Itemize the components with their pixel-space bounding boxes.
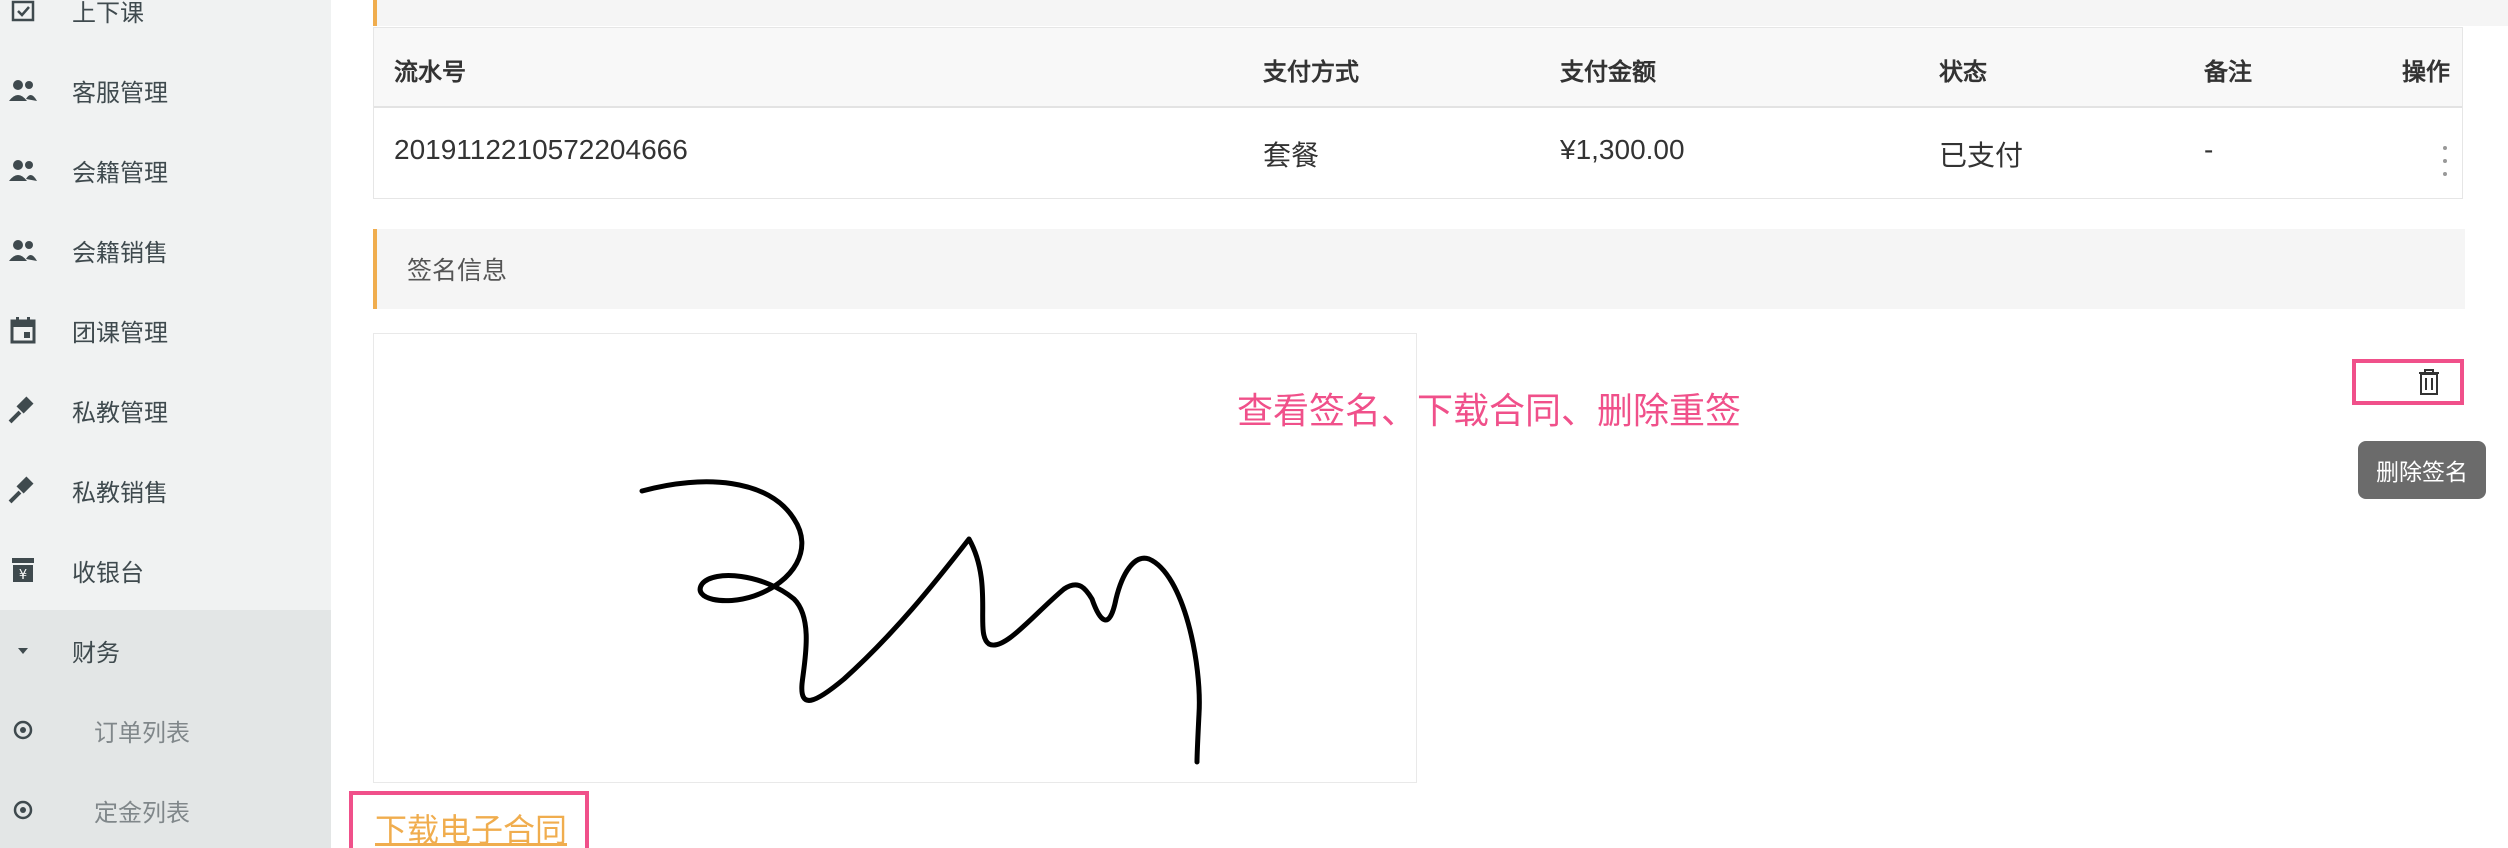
sidebar-item-label: 财务 xyxy=(72,639,120,667)
sidebar-item-label: 私教销售 xyxy=(72,479,168,507)
cashier-icon: ¥ xyxy=(8,555,38,585)
sidebar-item-order-list[interactable]: 订单列表 xyxy=(0,690,331,770)
radio-icon xyxy=(8,715,38,745)
header-amount: 支付金额 xyxy=(1560,59,1656,86)
svg-text:¥: ¥ xyxy=(19,568,27,583)
sidebar-item-label: 会籍销售 xyxy=(72,239,168,267)
delete-signature-tooltip: 删除签名 xyxy=(2358,441,2486,499)
sidebar-item-label: 上下课 xyxy=(72,0,144,27)
sidebar-group-finance[interactable]: 财务 xyxy=(0,610,331,690)
previous-section-bar xyxy=(373,0,2508,26)
header-action: 操作 xyxy=(2402,59,2450,86)
cell-amount: ¥1,300.00 xyxy=(1560,134,1685,165)
header-serial: 流水号 xyxy=(394,59,466,86)
sidebar-item-private-training[interactable]: 私教管理 xyxy=(0,370,331,450)
sidebar-item-label: 订单列表 xyxy=(94,719,190,747)
cell-method: 套餐 xyxy=(1263,140,1320,171)
signature-section-header: 签名信息 xyxy=(373,229,2465,309)
table-header: 流水号 支付方式 支付金额 状态 备注 操作 xyxy=(374,28,2462,108)
section-title: 签名信息 xyxy=(407,257,508,285)
sidebar-item-label: 客服管理 xyxy=(72,79,168,107)
people-icon xyxy=(8,155,38,185)
delete-signature-button[interactable] xyxy=(2352,359,2464,405)
people-icon xyxy=(8,75,38,105)
trash-icon xyxy=(2419,369,2439,395)
main-content: 流水号 支付方式 支付金额 状态 备注 操作 20191122105722046… xyxy=(331,0,2508,848)
sidebar-item-label: 团课管理 xyxy=(72,319,168,347)
sidebar-item-class[interactable]: 上下课 xyxy=(0,0,331,50)
page: 上下课 客服管理 会籍管理 会籍销售 团课管理 私教管理 私教销售 ¥ 收银台 … xyxy=(0,0,2508,848)
cell-status: 已支付 xyxy=(1939,140,2024,171)
sidebar: 上下课 客服管理 会籍管理 会籍销售 团课管理 私教管理 私教销售 ¥ 收银台 … xyxy=(0,0,331,848)
sidebar-item-label: 私教管理 xyxy=(72,399,168,427)
people-icon xyxy=(8,235,38,265)
caret-down-icon xyxy=(8,635,38,665)
header-status: 状态 xyxy=(1939,59,1987,86)
header-note: 备注 xyxy=(2204,59,2252,86)
sidebar-item-cashier[interactable]: ¥ 收银台 xyxy=(0,530,331,610)
sidebar-item-customer-service[interactable]: 客服管理 xyxy=(0,50,331,130)
more-actions-icon[interactable] xyxy=(2433,146,2457,176)
cell-note: - xyxy=(2204,134,2214,165)
cell-serial: 2019112210572204666 xyxy=(394,134,688,165)
download-contract-highlight: 下载电子合同 xyxy=(349,791,589,848)
sidebar-item-private-sales[interactable]: 私教销售 xyxy=(0,450,331,530)
sidebar-item-label: 定金列表 xyxy=(94,799,190,827)
hammer-icon xyxy=(8,395,38,425)
sidebar-item-label: 收银台 xyxy=(72,559,144,587)
radio-icon xyxy=(8,795,38,825)
sidebar-item-membership[interactable]: 会籍管理 xyxy=(0,130,331,210)
payment-table: 流水号 支付方式 支付金额 状态 备注 操作 20191122105722046… xyxy=(373,27,2463,199)
header-method: 支付方式 xyxy=(1263,59,1359,86)
annotation-signature-actions: 查看签名、下载合同、删除重签 xyxy=(1237,390,1742,431)
sidebar-item-membership-sales[interactable]: 会籍销售 xyxy=(0,210,331,290)
calendar-check-icon xyxy=(8,0,38,25)
calendar-icon xyxy=(8,315,38,345)
download-contract-link[interactable]: 下载电子合同 xyxy=(375,805,567,848)
hammer-icon xyxy=(8,475,38,505)
sidebar-item-deposit-list[interactable]: 定金列表 xyxy=(0,770,331,848)
sidebar-item-label: 会籍管理 xyxy=(72,159,168,187)
sidebar-item-group-class[interactable]: 团课管理 xyxy=(0,290,331,370)
